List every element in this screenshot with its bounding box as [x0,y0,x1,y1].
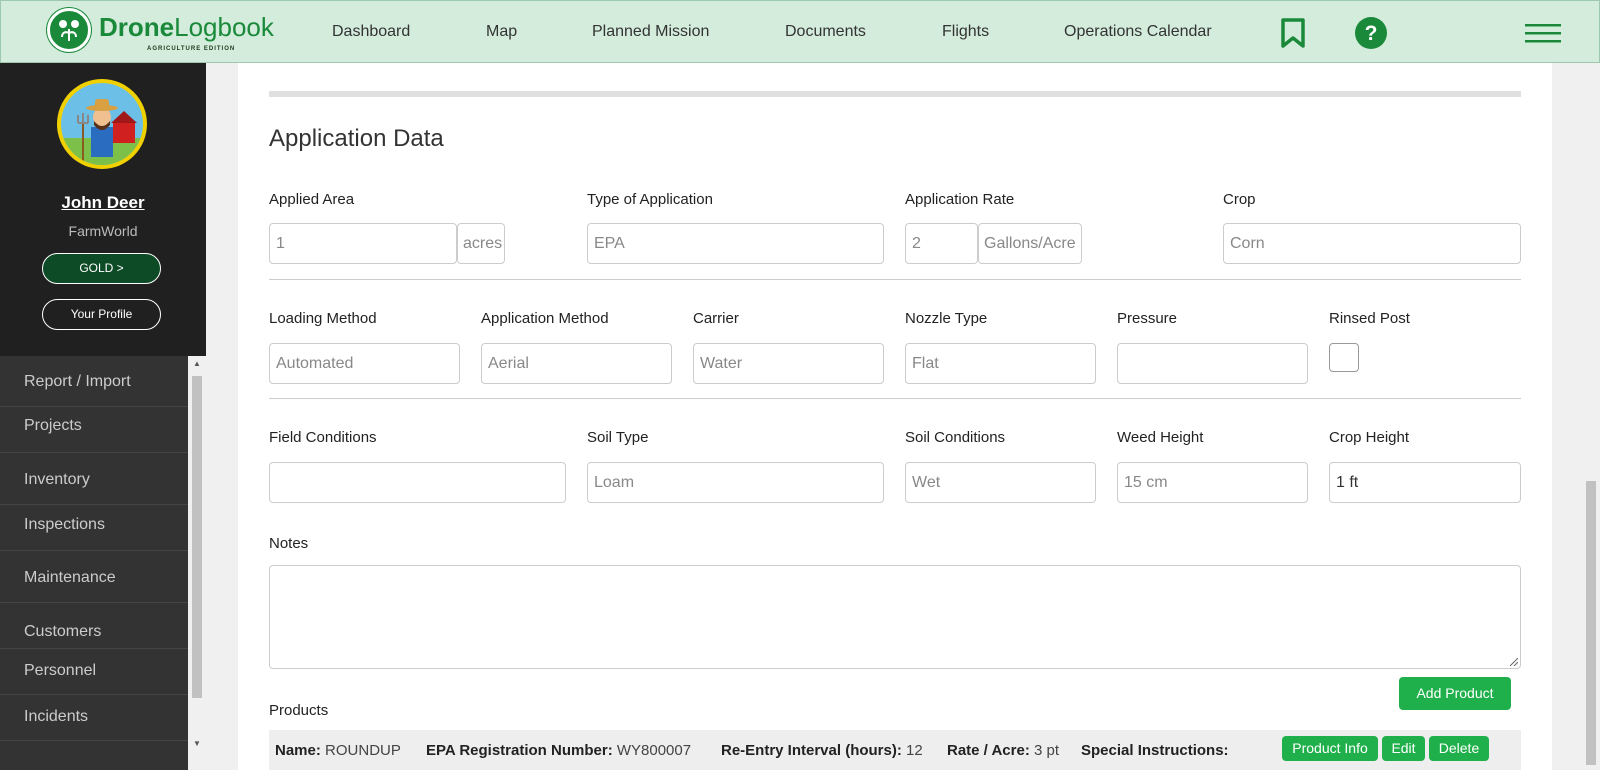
help-icon[interactable]: ? [1355,17,1387,54]
applied-area-label: Applied Area [269,191,355,208]
sidebar-scrollbar[interactable]: ▲ ▼ [188,356,206,770]
scroll-down-icon[interactable]: ▼ [188,736,206,752]
hamburger-menu-icon[interactable] [1525,23,1561,48]
notes-textarea[interactable] [269,565,1521,669]
nozzle-type-label: Nozzle Type [905,310,988,327]
nav-documents[interactable]: Documents [785,23,866,41]
crop-input[interactable]: Corn [1223,223,1521,264]
sidebar-menu: Report / Import Projects Inventory Inspe… [0,356,188,770]
delete-product-button[interactable]: Delete [1429,736,1489,761]
page-scrollbar[interactable] [1582,63,1600,770]
product-reentry-interval: Re-Entry Interval (hours): 12 [721,742,923,759]
nav-dashboard[interactable]: Dashboard [332,23,410,41]
product-rate: Rate / Acre: 3 pt [947,742,1060,759]
rinsed-post-checkbox[interactable] [1329,343,1359,372]
carrier-input[interactable]: Water [693,343,884,384]
crop-label: Crop [1223,191,1256,208]
sidebar-item-report-import[interactable]: Report / Import [0,356,188,407]
sidebar-item-inspections[interactable]: Inspections [0,505,188,551]
application-method-label: Application Method [481,310,609,327]
edit-product-button[interactable]: Edit [1382,736,1425,761]
sidebar-scroll-thumb[interactable] [192,376,202,698]
brand-name: DroneLogbook [99,12,274,42]
application-method-input[interactable]: Aerial [481,343,672,384]
row-divider [269,398,1521,399]
sidebar-item-maintenance[interactable]: Maintenance [0,551,188,603]
add-product-button[interactable]: Add Product [1399,677,1511,710]
applied-area-input[interactable]: 1 [269,223,457,264]
sidebar-item-personnel[interactable]: Personnel [0,649,188,695]
main-content: Application Data Applied Area 1 acres Ty… [238,63,1552,770]
sidebar-item-incidents[interactable]: Incidents [0,695,188,741]
scroll-up-icon[interactable]: ▲ [188,356,206,372]
nav-planned-mission[interactable]: Planned Mission [592,23,709,41]
crop-height-label: Crop Height [1329,429,1410,446]
avatar[interactable] [57,79,147,169]
sidebar: John Deer FarmWorld GOLD > Your Profile … [0,63,206,770]
product-row: Name: ROUNDUP EPA Registration Number: W… [269,730,1521,770]
weed-height-label: Weed Height [1117,429,1204,446]
top-navbar: DroneLogbook AGRICULTURE EDITION Dashboa… [0,0,1600,63]
products-label: Products [269,702,329,719]
bookmark-icon[interactable] [1280,18,1306,53]
soil-conditions-input[interactable]: Wet [905,462,1096,503]
page-title: Application Data [269,125,444,152]
weed-height-input[interactable]: 15 cm [1117,462,1308,503]
application-rate-label: Application Rate [905,191,1015,208]
product-epa-number: EPA Registration Number: WY800007 [426,742,692,759]
page-scroll-thumb[interactable] [1586,481,1596,765]
type-of-application-label: Type of Application [587,191,713,208]
your-profile-button[interactable]: Your Profile [42,299,161,330]
field-conditions-input[interactable] [269,462,566,503]
soil-type-input[interactable]: Loam [587,462,884,503]
application-rate-unit: Gallons/Acre [978,223,1082,264]
drone-logo-icon [47,8,91,52]
loading-method-input[interactable]: Automated [269,343,460,384]
row-divider [269,279,1521,280]
resize-handle-icon[interactable] [1510,658,1518,666]
application-rate-input[interactable]: 2 [905,223,978,264]
nav-map[interactable]: Map [486,23,517,41]
sidebar-item-projects[interactable]: Projects [0,407,188,453]
field-conditions-label: Field Conditions [269,429,377,446]
sidebar-item-customers[interactable]: Customers [0,603,188,649]
nav-flights[interactable]: Flights [942,23,989,41]
type-of-application-input[interactable]: EPA [587,223,884,264]
pressure-label: Pressure [1117,310,1178,327]
nozzle-type-input[interactable]: Flat [905,343,1096,384]
nav-operations-calendar[interactable]: Operations Calendar [1064,23,1212,41]
rinsed-post-label: Rinsed Post [1329,310,1410,327]
product-name: Name: ROUNDUP [275,742,401,759]
soil-conditions-label: Soil Conditions [905,429,1006,446]
section-divider [269,91,1521,97]
brand-subtitle: AGRICULTURE EDITION [147,46,236,52]
sidebar-item-more[interactable] [0,741,188,770]
soil-type-label: Soil Type [587,429,649,446]
loading-method-label: Loading Method [269,310,377,327]
gold-tier-button[interactable]: GOLD > [42,253,161,284]
svg-text:?: ? [1365,22,1378,45]
carrier-label: Carrier [693,310,739,327]
applied-area-unit: acres [457,223,505,264]
notes-label: Notes [269,535,309,552]
crop-height-input[interactable]: 1 ft [1329,462,1521,503]
sidebar-item-inventory[interactable]: Inventory [0,453,188,505]
product-info-button[interactable]: Product Info [1282,736,1378,761]
pressure-input[interactable] [1117,343,1308,384]
user-name-link[interactable]: John Deer [0,193,206,213]
product-special-instructions: Special Instructions: [1081,742,1229,759]
farmer-avatar-icon [61,83,143,165]
user-organization: FarmWorld [68,223,138,239]
brand-logo[interactable]: DroneLogbook AGRICULTURE EDITION [47,6,274,58]
